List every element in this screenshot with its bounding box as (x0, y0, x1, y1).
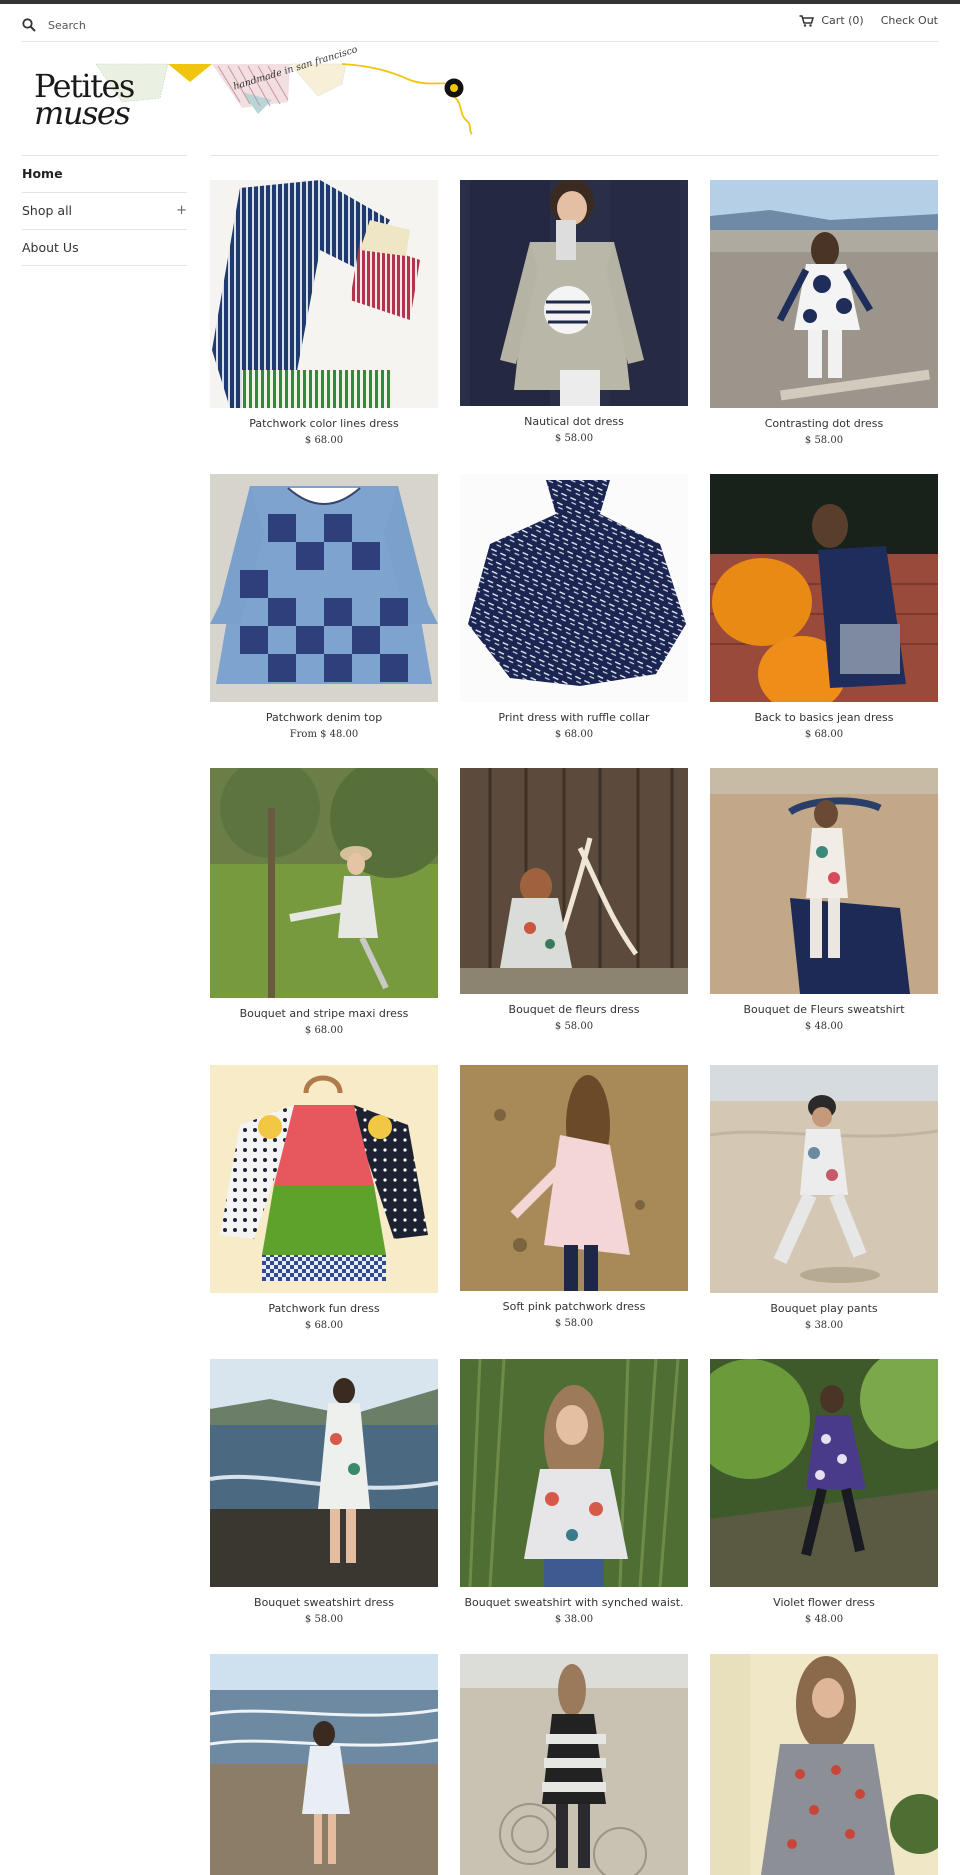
site-logo[interactable]: Petites muses (34, 62, 154, 132)
product-card[interactable] (210, 1654, 438, 1875)
product-price: $ 48.00 (804, 1614, 844, 1625)
product-card[interactable]: Bouquet and stripe maxi dress $ 68.00 (210, 768, 438, 1036)
search-input[interactable] (48, 18, 248, 32)
product-price: $ 58.00 (554, 1318, 594, 1329)
product-title[interactable]: Bouquet de fleurs dress (460, 1003, 688, 1016)
product-price: $ 48.00 (804, 1021, 844, 1032)
product-title[interactable]: Patchwork fun dress (210, 1302, 438, 1315)
product-image[interactable] (460, 180, 688, 406)
product-card[interactable]: Patchwork fun dress $ 68.00 (210, 1065, 438, 1331)
product-card[interactable]: Print dress with ruffle collar $ 68.00 (460, 474, 688, 740)
product-price: $ 58.00 (554, 433, 594, 444)
product-card[interactable]: Back to basics jean dress $ 68.00 (710, 474, 938, 740)
product-card[interactable]: Bouquet sweatshirt with synched waist. $… (460, 1359, 688, 1625)
cart-link[interactable]: Cart (0) (799, 14, 864, 27)
product-image[interactable] (210, 1654, 438, 1875)
product-title[interactable]: Print dress with ruffle collar (460, 711, 688, 724)
product-image[interactable] (460, 1654, 688, 1875)
product-title[interactable]: Soft pink patchwork dress (460, 1300, 688, 1313)
product-image[interactable] (460, 474, 688, 702)
search-form (22, 13, 248, 37)
site-header: Cart (0) Check Out (22, 4, 938, 42)
product-card[interactable]: Bouquet de Fleurs sweatshirt $ 48.00 (710, 768, 938, 1032)
product-price: $ 68.00 (304, 1320, 344, 1331)
product-title[interactable]: Bouquet sweatshirt with synched waist. (460, 1596, 688, 1609)
product-image[interactable] (460, 1359, 688, 1587)
sidebar-item-label: About Us (22, 240, 79, 255)
product-card[interactable]: Bouquet de fleurs dress $ 58.00 (460, 768, 688, 1032)
product-title[interactable]: Patchwork denim top (210, 711, 438, 724)
bunting-banner-illustration (95, 63, 473, 135)
sidebar-item-label: Home (22, 166, 63, 181)
product-image[interactable] (710, 1654, 938, 1875)
product-price: $ 68.00 (304, 435, 344, 446)
product-image[interactable] (460, 768, 688, 994)
product-price: $ 38.00 (804, 1320, 844, 1331)
product-title[interactable]: Back to basics jean dress (710, 711, 938, 724)
search-icon[interactable] (22, 18, 36, 32)
product-image[interactable] (710, 474, 938, 702)
product-price: $ 68.00 (554, 729, 594, 740)
product-image[interactable] (210, 1359, 438, 1587)
product-card[interactable] (460, 1654, 688, 1875)
header-actions: Cart (0) Check Out (799, 14, 938, 27)
product-title[interactable]: Bouquet play pants (710, 1302, 938, 1315)
product-image[interactable] (210, 768, 438, 998)
product-card[interactable]: Patchwork denim top From $ 48.00 (210, 474, 438, 740)
product-image[interactable] (210, 1065, 438, 1293)
product-title[interactable]: Bouquet sweatshirt dress (210, 1596, 438, 1609)
logo-line-2: muses (34, 94, 131, 132)
product-price: $ 68.00 (304, 1025, 344, 1036)
cart-icon (799, 14, 815, 27)
product-image[interactable] (210, 180, 438, 408)
product-image[interactable] (710, 180, 938, 408)
product-price: $ 68.00 (804, 729, 844, 740)
checkout-link[interactable]: Check Out (881, 14, 938, 27)
product-price: $ 58.00 (804, 435, 844, 446)
product-image[interactable] (710, 768, 938, 994)
product-card[interactable]: Bouquet play pants $ 38.00 (710, 1065, 938, 1331)
product-card[interactable]: Bouquet sweatshirt dress $ 58.00 (210, 1359, 438, 1625)
content-divider (210, 155, 938, 156)
product-title[interactable]: Nautical dot dress (460, 415, 688, 428)
product-image[interactable] (460, 1065, 688, 1291)
product-title[interactable]: Bouquet and stripe maxi dress (210, 1007, 438, 1020)
product-image[interactable] (710, 1359, 938, 1587)
product-price: From $ 48.00 (289, 729, 359, 740)
product-title[interactable]: Bouquet de Fleurs sweatshirt (710, 1003, 938, 1016)
product-title[interactable]: Contrasting dot dress (710, 417, 938, 430)
product-price: $ 58.00 (554, 1021, 594, 1032)
sidebar-item-label: Shop all (22, 203, 73, 218)
sidebar-item-shop-all[interactable]: Shop all + (22, 192, 187, 229)
sidebar-item-about-us[interactable]: About Us (22, 229, 187, 266)
product-price: $ 38.00 (554, 1614, 594, 1625)
product-image[interactable] (210, 474, 438, 702)
product-image[interactable] (710, 1065, 938, 1293)
expand-plus-icon[interactable]: + (176, 193, 187, 229)
product-card[interactable]: Patchwork color lines dress $ 68.00 (210, 180, 438, 446)
product-card[interactable]: Nautical dot dress $ 58.00 (460, 180, 688, 444)
cart-label: Cart (0) (821, 14, 864, 27)
product-title[interactable]: Violet flower dress (710, 1596, 938, 1609)
product-card[interactable] (710, 1654, 938, 1875)
sidebar-item-home[interactable]: Home (22, 155, 187, 192)
product-title[interactable]: Patchwork color lines dress (210, 417, 438, 430)
product-price: $ 58.00 (304, 1614, 344, 1625)
product-card[interactable]: Soft pink patchwork dress $ 58.00 (460, 1065, 688, 1329)
sidebar-nav: Home Shop all + About Us (22, 155, 187, 266)
product-card[interactable]: Contrasting dot dress $ 58.00 (710, 180, 938, 446)
product-card[interactable]: Violet flower dress $ 48.00 (710, 1359, 938, 1625)
